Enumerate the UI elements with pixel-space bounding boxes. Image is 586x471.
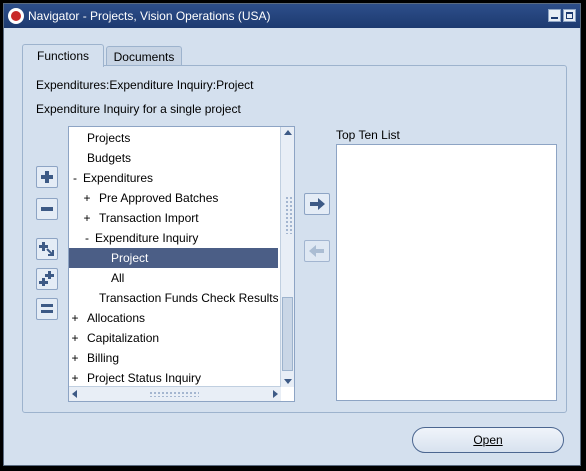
tree-horizontal-scrollbar[interactable] (69, 386, 281, 401)
splitter-grip[interactable] (285, 196, 293, 234)
collapse-all-icon (41, 304, 53, 313)
tree-item-label: Budgets (87, 151, 132, 165)
minus-icon (41, 207, 53, 211)
tree-item-label: All (111, 271, 125, 285)
tree-vertical-scrollbar[interactable] (280, 127, 294, 387)
breadcrumb: Expenditures:Expenditure Inquiry:Project (36, 78, 254, 92)
tree-expander[interactable]: - (70, 168, 80, 188)
scroll-right-icon[interactable] (273, 390, 278, 398)
tree-item[interactable]: + Project Status Inquiry (69, 368, 278, 388)
tree-item[interactable]: All (69, 268, 278, 288)
tree-item[interactable]: + Pre Approved Batches (69, 188, 278, 208)
tab-functions[interactable]: Functions (22, 44, 104, 67)
tree-expander[interactable]: + (82, 208, 92, 228)
tree-item-label: Expenditures (83, 171, 154, 185)
tree-item[interactable]: + Allocations (69, 308, 278, 328)
right-arrow-icon (310, 198, 325, 210)
tree-item-label: Pre Approved Batches (99, 191, 219, 205)
tree-expander[interactable]: + (82, 188, 92, 208)
maximize-icon[interactable] (563, 9, 576, 22)
top-ten-list-label: Top Ten List (336, 128, 400, 142)
tree-item[interactable]: Transaction Funds Check Results (69, 288, 278, 308)
function-tree[interactable]: Projects Budgets - Expenditures + Pre Ap… (68, 126, 295, 402)
remove-from-top-ten-button[interactable] (304, 240, 330, 262)
minimize-icon[interactable] (548, 9, 561, 22)
window-title: Navigator - Projects, Vision Operations … (28, 9, 271, 23)
tree-item-label: Project (111, 251, 149, 265)
scroll-down-icon[interactable] (284, 379, 292, 384)
tree-item-label: Capitalization (87, 331, 160, 345)
oracle-app-icon (8, 8, 24, 24)
scroll-up-icon[interactable] (284, 130, 292, 135)
tree-expander[interactable]: + (70, 328, 80, 348)
tree-expander[interactable]: + (70, 308, 80, 328)
tree-item-label: Transaction Import (99, 211, 199, 225)
expand-button[interactable] (36, 166, 58, 188)
expand-branch-button[interactable] (36, 238, 58, 260)
left-arrow-icon (309, 245, 324, 257)
tab-documents[interactable]: Documents (106, 46, 182, 66)
scroll-grip[interactable] (149, 391, 199, 397)
expand-all-button[interactable] (36, 268, 58, 290)
tree-expander[interactable]: + (70, 368, 80, 388)
tree-item[interactable]: + Capitalization (69, 328, 278, 348)
open-button[interactable]: Open (412, 427, 564, 453)
tree-item-label: Projects (87, 131, 131, 145)
expand-branch-icon (39, 242, 54, 256)
tree-item-label: Allocations (87, 311, 146, 325)
navigator-window: Navigator - Projects, Vision Operations … (3, 3, 581, 466)
tree-item[interactable]: - Expenditure Inquiry (69, 228, 278, 248)
tree-expander[interactable]: + (70, 348, 80, 368)
open-button-label: Open (473, 433, 503, 447)
tree-item-label: Transaction Funds Check Results (99, 291, 278, 305)
top-ten-list[interactable] (336, 144, 557, 401)
add-to-top-ten-button[interactable] (304, 193, 330, 215)
tree-item-selected[interactable]: Project (69, 248, 278, 268)
tree-item[interactable]: - Expenditures (69, 168, 278, 188)
title-bar: Navigator - Projects, Vision Operations … (4, 4, 580, 28)
functions-panel: Expenditures:Expenditure Inquiry:Project… (22, 65, 567, 413)
plus-icon (41, 171, 53, 183)
tree-item[interactable]: + Transaction Import (69, 208, 278, 228)
scroll-thumb[interactable] (282, 297, 293, 371)
tree-item[interactable]: Projects (69, 128, 278, 148)
collapse-button[interactable] (36, 198, 58, 220)
tree-expander[interactable]: - (82, 228, 92, 248)
tree-item-label: Expenditure Inquiry (95, 231, 199, 245)
tab-functions-label: Functions (36, 49, 90, 63)
tree-item-label: Billing (87, 351, 120, 365)
tree-item[interactable]: Budgets (69, 148, 278, 168)
expand-all-icon (39, 271, 54, 286)
collapse-all-button[interactable] (36, 298, 58, 320)
tree-item[interactable]: + Billing (69, 348, 278, 368)
function-description: Expenditure Inquiry for a single project (36, 102, 241, 116)
scroll-left-icon[interactable] (72, 390, 77, 398)
tab-documents-label: Documents (113, 49, 175, 64)
tree-item-label: Project Status Inquiry (87, 371, 202, 385)
